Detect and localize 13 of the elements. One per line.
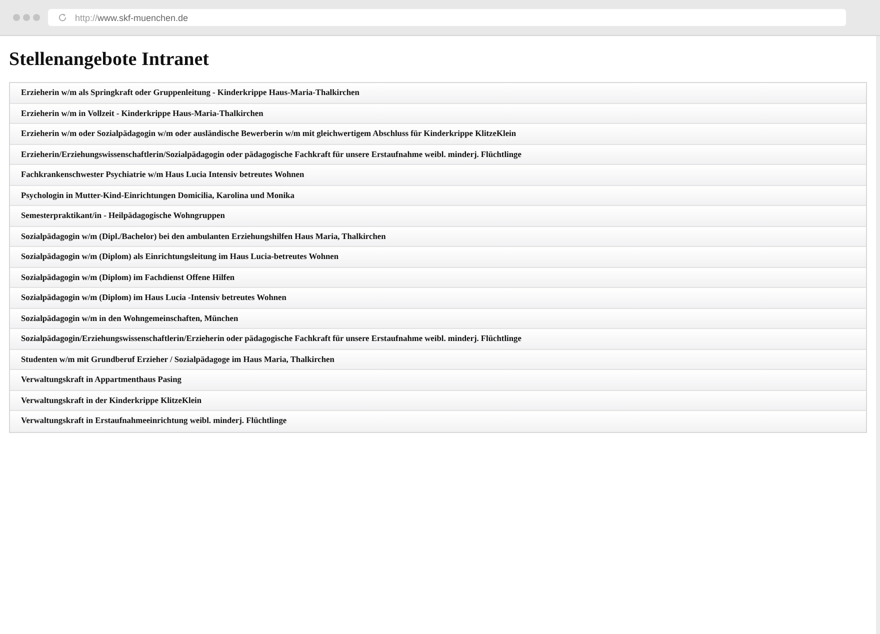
job-link[interactable]: Sozialpädagogin w/m in den Wohngemeinschaften, München: [10, 308, 866, 329]
reload-icon[interactable]: [58, 13, 67, 22]
job-link[interactable]: Erzieherin/Erziehungswissenschaftlerin/Sozialpädagogin oder pädagogische Fachkraft für unsere Erstaufnahme weibl. minderj. Flüchtlinge: [10, 144, 866, 165]
job-link[interactable]: Verwaltungskraft in der Kinderkrippe KlitzeKlein: [10, 390, 866, 411]
url-text: http://www.skf-muenchen.de: [75, 12, 188, 22]
window-controls-icon: [13, 14, 40, 21]
job-link[interactable]: Sozialpädagogin w/m (Diplom) im Fachdienst Offene Hilfen: [10, 268, 866, 288]
job-link[interactable]: Studenten w/m mit Grundberuf Erzieher / Sozialpädagoge im Haus Maria, Thalkirchen: [10, 350, 866, 370]
job-link[interactable]: Psychologin in Mutter-Kind-Einrichtungen Domicilia, Karolina und Monika: [10, 186, 866, 206]
job-link[interactable]: Sozialpädagogin w/m (Dipl./Bachelor) bei den ambulanten Erziehungshilfen Haus Maria, Thalkirchen: [10, 226, 866, 247]
page-heading: Stellenangebote Intranet: [9, 49, 210, 71]
address-bar[interactable]: http://www.skf-muenchen.de: [48, 9, 846, 26]
job-link[interactable]: Erzieherin w/m in Vollzeit - Kinderkrippe Haus-Maria-Thalkirchen: [10, 104, 866, 124]
